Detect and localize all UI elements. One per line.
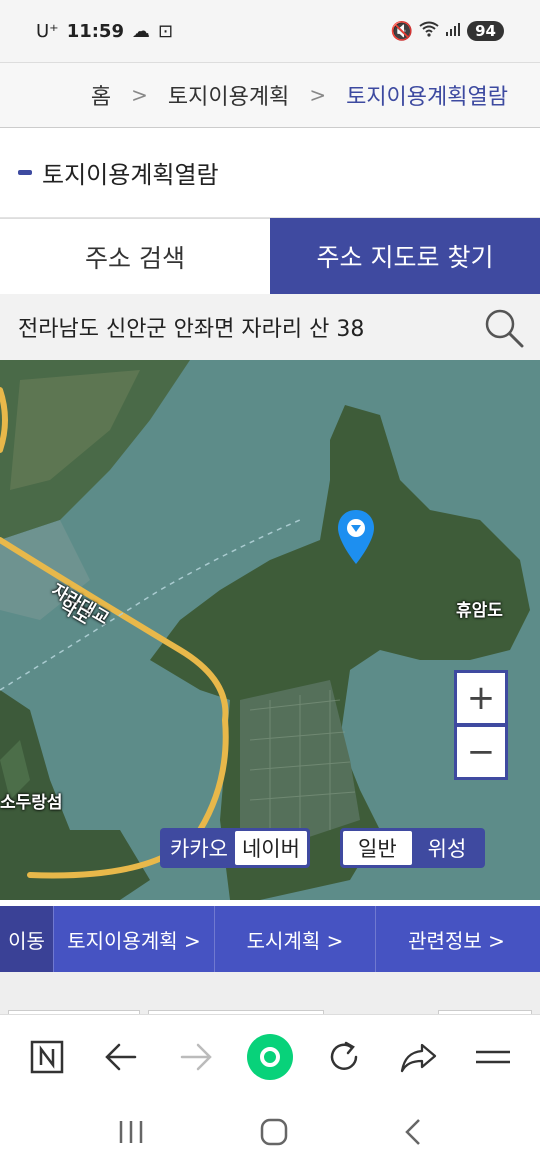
tab-address-search[interactable]: 주소 검색	[0, 218, 270, 294]
signal-icon	[445, 21, 461, 42]
status-time: 11:59	[66, 20, 124, 42]
satellite-map[interactable]: 자라대교 악도 휴암도 소두랑섬 + − 카카오 네이버 일반 위성	[0, 360, 540, 900]
status-bar: U⁺ 11:59 ☁ ⊡ 🔇 94	[0, 0, 540, 62]
map-bottom-menu: 이동 토지이용계획 > 도시계획 > 관련정보 >	[0, 906, 540, 972]
zoom-in-button[interactable]: +	[457, 673, 505, 723]
zoom-control: + −	[454, 670, 508, 780]
menu-move[interactable]: 이동	[0, 906, 54, 972]
map-label-sodurangseom: 소두랑섬	[0, 793, 63, 813]
map-provider-toggle: 카카오 네이버	[160, 828, 310, 868]
naver-n-icon[interactable]	[22, 1032, 72, 1082]
breadcrumb-land-use-plan[interactable]: 토지이용계획	[168, 79, 289, 111]
back-arrow-icon[interactable]	[96, 1032, 146, 1082]
system-nav-bar	[0, 1098, 540, 1170]
naver-map-option[interactable]: 네이버	[234, 831, 307, 865]
zoom-out-button[interactable]: −	[457, 727, 505, 777]
address-display[interactable]: 전라남도 신안군 안좌면 자라리 산 38	[0, 294, 540, 360]
menu-icon[interactable]	[468, 1032, 518, 1082]
battery-indicator: 94	[467, 21, 504, 41]
home-icon[interactable]	[259, 1117, 289, 1151]
map-label-hyuamdo: 휴암도	[456, 601, 503, 621]
title-marker	[18, 170, 32, 175]
back-icon[interactable]	[402, 1117, 424, 1151]
page-title-row: 토지이용계획열람	[0, 128, 540, 218]
search-icon[interactable]	[482, 306, 526, 350]
normal-map-option[interactable]: 일반	[343, 831, 412, 865]
breadcrumb-separator: >	[309, 83, 327, 107]
menu-related-info[interactable]: 관련정보 >	[376, 906, 537, 972]
satellite-map-option[interactable]: 위성	[412, 831, 483, 865]
carrier-label: U⁺	[36, 20, 59, 42]
home-green-icon[interactable]	[245, 1032, 295, 1082]
forward-arrow-icon[interactable]	[171, 1032, 221, 1082]
tab-map-search[interactable]: 주소 지도로 찾기	[270, 218, 540, 294]
breadcrumb-separator: >	[131, 83, 148, 107]
location-pin-icon[interactable]	[336, 508, 376, 568]
search-tabs: 주소 검색 주소 지도로 찾기	[0, 218, 540, 294]
menu-urban-plan[interactable]: 도시계획 >	[215, 906, 376, 972]
content-area-edge	[0, 972, 540, 1020]
recent-apps-icon[interactable]	[116, 1119, 146, 1149]
refresh-icon[interactable]	[319, 1032, 369, 1082]
breadcrumb-current[interactable]: 토지이용계획열람	[346, 79, 508, 111]
map-type-toggle: 일반 위성	[340, 828, 486, 868]
mute-icon: 🔇	[390, 20, 414, 42]
cloud-icon: ☁	[131, 20, 150, 42]
screenshot-icon: ⊡	[157, 20, 174, 42]
menu-land-use-plan[interactable]: 토지이용계획 >	[54, 906, 215, 972]
share-icon[interactable]	[394, 1032, 444, 1082]
kakao-map-option[interactable]: 카카오	[163, 831, 235, 865]
wifi-icon	[419, 21, 439, 42]
address-text: 전라남도 신안군 안좌면 자라리 산 38	[18, 317, 365, 342]
page-title: 토지이용계획열람	[42, 161, 219, 189]
breadcrumb: 홈 > 토지이용계획 > 토지이용계획열람	[0, 62, 540, 128]
map-terrain	[0, 360, 540, 900]
breadcrumb-home[interactable]: 홈	[91, 79, 111, 111]
browser-toolbar	[0, 1014, 540, 1098]
